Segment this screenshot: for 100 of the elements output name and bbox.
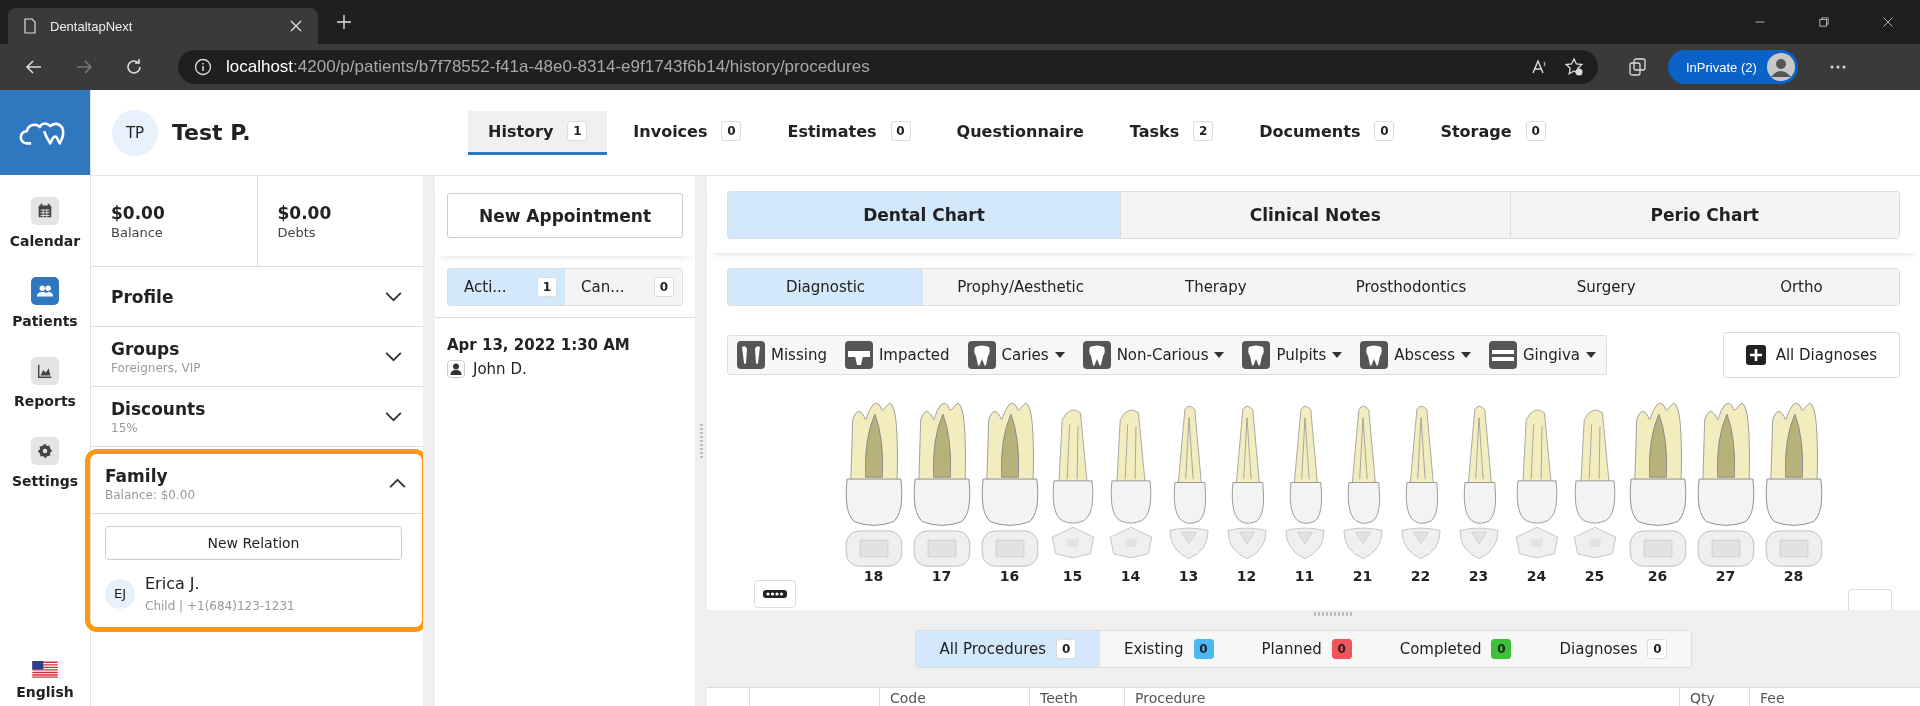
tooth-number: 14 bbox=[1120, 568, 1141, 584]
tooth-number: 16 bbox=[999, 568, 1020, 584]
language-item[interactable]: English bbox=[16, 661, 74, 700]
count-badge: 0 bbox=[1193, 638, 1214, 659]
count-badge: 0 bbox=[1056, 638, 1077, 659]
profile-button[interactable]: InPrivate (2) bbox=[1668, 50, 1798, 84]
appointment-date[interactable]: Apr 13, 2022 1:30 AM bbox=[447, 336, 683, 354]
procedure-filter-tab[interactable]: Diagnoses 0 bbox=[1535, 630, 1692, 667]
caret-icon bbox=[1214, 352, 1225, 358]
procedure-filter-tab[interactable]: Completed 0 bbox=[1375, 630, 1536, 667]
procedure-filter-tab[interactable]: Existing 0 bbox=[1100, 630, 1238, 667]
column-header: Code bbox=[879, 688, 1029, 706]
braces-button[interactable] bbox=[754, 580, 796, 608]
tab[interactable]: Questionnaire bbox=[936, 110, 1104, 155]
count-badge: 0 bbox=[654, 277, 674, 297]
diagnosis-button[interactable]: Non-Carious bbox=[1082, 341, 1225, 369]
all-diagnoses-button[interactable]: All Diagnoses bbox=[1722, 332, 1900, 378]
amount-label: Balance bbox=[111, 224, 164, 240]
collections-icon[interactable] bbox=[1628, 57, 1648, 77]
filter-tab[interactable]: Acti... 1 bbox=[448, 269, 565, 305]
flag-icon bbox=[32, 661, 58, 678]
diagnosis-button[interactable]: Impacted bbox=[844, 341, 950, 369]
tooth-icon bbox=[967, 341, 996, 369]
nav-item[interactable]: Reports bbox=[14, 357, 76, 409]
restore-icon[interactable] bbox=[1818, 16, 1830, 28]
procedure-filter-tab[interactable]: All Procedures 0 bbox=[915, 630, 1101, 667]
count-badge: 0 bbox=[1647, 638, 1668, 659]
tooth-number: 24 bbox=[1526, 568, 1547, 584]
amount: $0.00 bbox=[277, 202, 333, 223]
procedure-filter-tab[interactable]: Planned 0 bbox=[1237, 630, 1376, 667]
tab[interactable]: Storage 0 bbox=[1420, 110, 1566, 155]
category-tab[interactable]: Ortho bbox=[1703, 269, 1899, 305]
filter-tab[interactable]: Can... 0 bbox=[565, 269, 682, 305]
category-tab[interactable]: Therapy bbox=[1118, 269, 1314, 305]
tooth-number: 27 bbox=[1715, 568, 1736, 584]
tooth-icon bbox=[844, 341, 873, 369]
nav-item[interactable]: Settings bbox=[11, 437, 79, 489]
close-icon[interactable] bbox=[288, 18, 304, 34]
patient-name: Test P. bbox=[172, 120, 251, 145]
diagnosis-button[interactable]: Pulpits bbox=[1242, 341, 1343, 369]
column-header: Procedure bbox=[1124, 688, 1679, 706]
resize-handle[interactable] bbox=[699, 424, 703, 458]
caret-icon bbox=[1461, 352, 1471, 358]
tooth-icon bbox=[1360, 341, 1389, 369]
amount: $0.00 bbox=[111, 202, 166, 223]
close-icon[interactable] bbox=[1882, 16, 1894, 28]
tooth-number: 13 bbox=[1178, 568, 1199, 584]
accordion-header[interactable]: Family Balance: $0.00 bbox=[90, 454, 422, 514]
chart-tab[interactable]: Perio Chart bbox=[1509, 192, 1899, 238]
caret-icon bbox=[1586, 352, 1597, 358]
chart-tab[interactable]: Dental Chart bbox=[728, 192, 1120, 238]
nav-item[interactable]: Calendar bbox=[9, 197, 81, 249]
logo[interactable] bbox=[0, 90, 90, 175]
member-name[interactable]: Erica J. bbox=[145, 574, 295, 593]
tooth-number: 15 bbox=[1062, 568, 1083, 584]
patient-avatar: TP bbox=[112, 109, 158, 156]
resize-handle[interactable] bbox=[1313, 612, 1354, 616]
tooth-number: 25 bbox=[1584, 568, 1605, 584]
tab[interactable]: Tasks 2 bbox=[1109, 110, 1234, 155]
count-badge: 0 bbox=[890, 121, 911, 141]
new-appointment-button[interactable]: New Appointment bbox=[447, 193, 683, 238]
member-avatar: EJ bbox=[105, 578, 135, 609]
column-header: Qty bbox=[1679, 688, 1749, 706]
tab[interactable]: History 1 bbox=[468, 110, 608, 155]
amount-label: Debts bbox=[277, 224, 317, 240]
category-tab[interactable]: Prophy/Aesthetic bbox=[923, 269, 1119, 305]
count-badge: 0 bbox=[1491, 638, 1512, 659]
tab[interactable]: Invoices 0 bbox=[613, 110, 762, 155]
address-field[interactable]: localhost:4200/p/patients/b7f78552-f41a-48e0-8314-e9f1743f6b14/history/procedures bbox=[178, 50, 1598, 84]
caret-icon bbox=[1332, 352, 1343, 358]
tooth-icon bbox=[1082, 341, 1111, 369]
chart-tab[interactable]: Clinical Notes bbox=[1120, 192, 1510, 238]
category-tab[interactable]: Diagnostic bbox=[728, 269, 923, 305]
category-tab[interactable]: Surgery bbox=[1508, 269, 1704, 305]
new-relation-button[interactable]: New Relation bbox=[105, 526, 402, 560]
plus-icon bbox=[1745, 345, 1766, 365]
nav-item[interactable]: Patients bbox=[12, 277, 78, 329]
category-tab[interactable]: Prosthodontics bbox=[1313, 269, 1509, 305]
diagnosis-button[interactable]: Gingiva bbox=[1489, 341, 1597, 369]
diagnosis-button[interactable]: Abscess bbox=[1360, 341, 1471, 369]
tooth-icon bbox=[1242, 341, 1271, 369]
diagnosis-button[interactable]: Missing bbox=[737, 341, 827, 369]
tab[interactable]: Estimates 0 bbox=[767, 110, 931, 155]
tooth-number: 28 bbox=[1783, 568, 1804, 584]
browser-tab[interactable]: DentaltapNext bbox=[8, 8, 318, 44]
tooth-number: 26 bbox=[1647, 568, 1668, 584]
doctor-name: John D. bbox=[473, 360, 527, 378]
diagnosis-button[interactable]: Caries bbox=[967, 341, 1065, 369]
plus-icon[interactable] bbox=[336, 14, 352, 30]
page-icon bbox=[22, 18, 38, 34]
person-icon bbox=[447, 360, 465, 378]
tooth-number: 18 bbox=[863, 568, 884, 584]
member-detail: Child | +1(684)123-1231 bbox=[145, 599, 295, 613]
refresh-icon[interactable] bbox=[124, 57, 144, 77]
tooth-icon bbox=[737, 341, 765, 369]
tooth-number: 11 bbox=[1294, 568, 1315, 584]
tab[interactable]: Documents 0 bbox=[1239, 110, 1415, 155]
column-header: Teeth bbox=[1029, 688, 1124, 706]
star-icon[interactable] bbox=[1564, 57, 1584, 77]
settings-icon bbox=[36, 442, 54, 460]
